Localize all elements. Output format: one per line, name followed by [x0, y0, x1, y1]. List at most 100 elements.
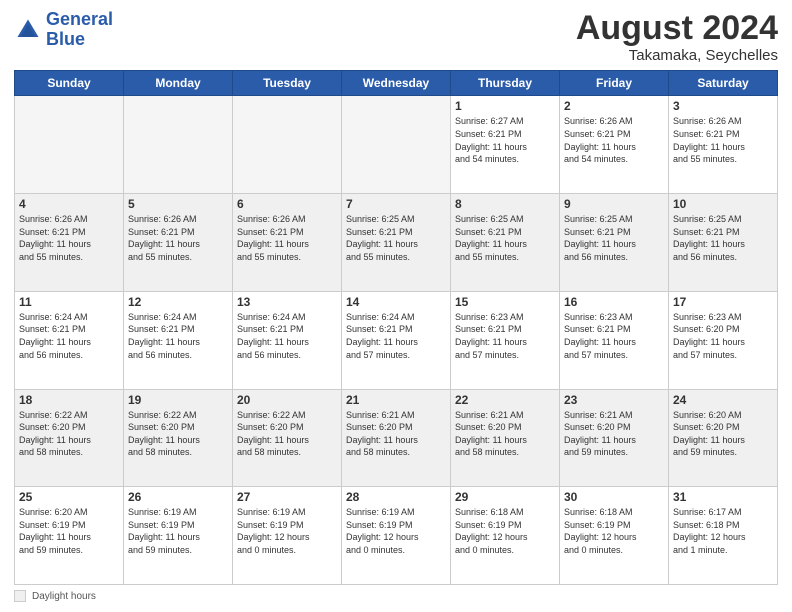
day-number: 9: [564, 197, 664, 211]
calendar-cell: 20 Sunrise: 6:22 AM Sunset: 6:20 PM Dayli…: [233, 389, 342, 487]
calendar-cell: 12Sunrise: 6:24 AM Sunset: 6:21 PM Dayli…: [124, 291, 233, 389]
calendar-cell: 26Sunrise: 6:19 AM Sunset: 6:19 PM Dayli…: [124, 487, 233, 585]
day-number: 13: [237, 295, 337, 309]
calendar-cell: 13 Sunrise: 6:24 AM Sunset: 6:21 PM Dayli…: [233, 291, 342, 389]
calendar-cell: 10 Sunrise: 6:25 AM Sunset: 6:21 PM Dayli…: [669, 194, 778, 292]
calendar-day-header: Friday: [560, 71, 669, 96]
day-info: Sunrise: 6:20 AM Sunset: 6:19 PM Dayligh…: [19, 506, 119, 556]
day-info: Sunrise: 6:19 AM Sunset: 6:19 PM Dayligh…: [237, 506, 337, 556]
day-info: Sunrise: 6:20 AM Sunset: 6:20 PM Dayligh…: [673, 409, 773, 459]
day-info: Sunrise: 6:25 AM Sunset: 6:21 PM Dayligh…: [673, 213, 773, 263]
day-number: 21: [346, 393, 446, 407]
calendar-week-row: 1 Sunrise: 6:27 AM Sunset: 6:21 PM Daylig…: [15, 96, 778, 194]
day-number: 6: [237, 197, 337, 211]
calendar-cell: 16Sunrise: 6:23 AM Sunset: 6:21 PM Dayli…: [560, 291, 669, 389]
day-number: 4: [19, 197, 119, 211]
day-number: 28: [346, 490, 446, 504]
day-number: 10: [673, 197, 773, 211]
calendar-cell: [124, 96, 233, 194]
calendar-week-row: 11 Sunrise: 6:24 AM Sunset: 6:21 PM Dayli…: [15, 291, 778, 389]
calendar-cell: 4 Sunrise: 6:26 AM Sunset: 6:21 PM Daylig…: [15, 194, 124, 292]
day-info: Sunrise: 6:24 AM Sunset: 6:21 PM Dayligh…: [346, 311, 446, 361]
calendar-cell: 25Sunrise: 6:20 AM Sunset: 6:19 PM Dayli…: [15, 487, 124, 585]
calendar-cell: 19Sunrise: 6:22 AM Sunset: 6:20 PM Dayli…: [124, 389, 233, 487]
day-number: 14: [346, 295, 446, 309]
calendar-cell: 2 Sunrise: 6:26 AM Sunset: 6:21 PM Daylig…: [560, 96, 669, 194]
day-number: 17: [673, 295, 773, 309]
calendar-cell: 28 Sunrise: 6:19 AM Sunset: 6:19 PM Dayli…: [342, 487, 451, 585]
calendar-cell: 18 Sunrise: 6:22 AM Sunset: 6:20 PM Dayli…: [15, 389, 124, 487]
day-info: Sunrise: 6:27 AM Sunset: 6:21 PM Dayligh…: [455, 115, 555, 165]
day-info: Sunrise: 6:25 AM Sunset: 6:21 PM Dayligh…: [346, 213, 446, 263]
day-info: Sunrise: 6:22 AM Sunset: 6:20 PM Dayligh…: [237, 409, 337, 459]
day-info: Sunrise: 6:23 AM Sunset: 6:20 PM Dayligh…: [673, 311, 773, 361]
day-info: Sunrise: 6:25 AM Sunset: 6:21 PM Dayligh…: [564, 213, 664, 263]
calendar-cell: 31 Sunrise: 6:17 AM Sunset: 6:18 PM Dayli…: [669, 487, 778, 585]
calendar-cell: 21 Sunrise: 6:21 AM Sunset: 6:20 PM Dayli…: [342, 389, 451, 487]
day-number: 29: [455, 490, 555, 504]
day-info: Sunrise: 6:21 AM Sunset: 6:20 PM Dayligh…: [455, 409, 555, 459]
calendar-cell: 8Sunrise: 6:25 AM Sunset: 6:21 PM Daylig…: [451, 194, 560, 292]
day-number: 23: [564, 393, 664, 407]
day-number: 16: [564, 295, 664, 309]
day-info: Sunrise: 6:19 AM Sunset: 6:19 PM Dayligh…: [346, 506, 446, 556]
day-info: Sunrise: 6:17 AM Sunset: 6:18 PM Dayligh…: [673, 506, 773, 556]
day-info: Sunrise: 6:26 AM Sunset: 6:21 PM Dayligh…: [673, 115, 773, 165]
footer: Daylight hours: [14, 590, 778, 602]
day-info: Sunrise: 6:22 AM Sunset: 6:20 PM Dayligh…: [19, 409, 119, 459]
day-number: 20: [237, 393, 337, 407]
day-number: 1: [455, 99, 555, 113]
day-number: 19: [128, 393, 228, 407]
calendar-day-header: Tuesday: [233, 71, 342, 96]
calendar-table: SundayMondayTuesdayWednesdayThursdayFrid…: [14, 70, 778, 585]
day-number: 22: [455, 393, 555, 407]
day-number: 15: [455, 295, 555, 309]
calendar-day-header: Monday: [124, 71, 233, 96]
calendar-cell: 29Sunrise: 6:18 AM Sunset: 6:19 PM Dayli…: [451, 487, 560, 585]
day-number: 27: [237, 490, 337, 504]
calendar-cell: [15, 96, 124, 194]
logo-icon: [14, 16, 42, 44]
logo-text: General Blue: [46, 10, 113, 50]
calendar-week-row: 18 Sunrise: 6:22 AM Sunset: 6:20 PM Dayli…: [15, 389, 778, 487]
day-info: Sunrise: 6:26 AM Sunset: 6:21 PM Dayligh…: [128, 213, 228, 263]
day-number: 8: [455, 197, 555, 211]
day-number: 31: [673, 490, 773, 504]
day-info: Sunrise: 6:21 AM Sunset: 6:20 PM Dayligh…: [564, 409, 664, 459]
calendar-cell: 27 Sunrise: 6:19 AM Sunset: 6:19 PM Dayli…: [233, 487, 342, 585]
calendar-day-header: Wednesday: [342, 71, 451, 96]
calendar-cell: 30Sunrise: 6:18 AM Sunset: 6:19 PM Dayli…: [560, 487, 669, 585]
calendar-cell: 3Sunrise: 6:26 AM Sunset: 6:21 PM Daylig…: [669, 96, 778, 194]
calendar-cell: 14 Sunrise: 6:24 AM Sunset: 6:21 PM Dayli…: [342, 291, 451, 389]
calendar-cell: [342, 96, 451, 194]
day-number: 7: [346, 197, 446, 211]
day-info: Sunrise: 6:18 AM Sunset: 6:19 PM Dayligh…: [564, 506, 664, 556]
day-number: 26: [128, 490, 228, 504]
day-info: Sunrise: 6:24 AM Sunset: 6:21 PM Dayligh…: [237, 311, 337, 361]
calendar-week-row: 25Sunrise: 6:20 AM Sunset: 6:19 PM Dayli…: [15, 487, 778, 585]
day-number: 12: [128, 295, 228, 309]
calendar-day-header: Sunday: [15, 71, 124, 96]
day-number: 5: [128, 197, 228, 211]
calendar-header-row: SundayMondayTuesdayWednesdayThursdayFrid…: [15, 71, 778, 96]
calendar-cell: 17 Sunrise: 6:23 AM Sunset: 6:20 PM Dayli…: [669, 291, 778, 389]
day-number: 11: [19, 295, 119, 309]
calendar-cell: 5 Sunrise: 6:26 AM Sunset: 6:21 PM Daylig…: [124, 194, 233, 292]
day-number: 18: [19, 393, 119, 407]
day-info: Sunrise: 6:26 AM Sunset: 6:21 PM Dayligh…: [19, 213, 119, 263]
calendar-day-header: Thursday: [451, 71, 560, 96]
legend-box: [14, 590, 26, 602]
day-info: Sunrise: 6:21 AM Sunset: 6:20 PM Dayligh…: [346, 409, 446, 459]
day-number: 24: [673, 393, 773, 407]
calendar-cell: 7 Sunrise: 6:25 AM Sunset: 6:21 PM Daylig…: [342, 194, 451, 292]
day-info: Sunrise: 6:26 AM Sunset: 6:21 PM Dayligh…: [564, 115, 664, 165]
calendar-week-row: 4 Sunrise: 6:26 AM Sunset: 6:21 PM Daylig…: [15, 194, 778, 292]
calendar-cell: 22 Sunrise: 6:21 AM Sunset: 6:20 PM Dayli…: [451, 389, 560, 487]
calendar-cell: 24 Sunrise: 6:20 AM Sunset: 6:20 PM Dayli…: [669, 389, 778, 487]
day-number: 2: [564, 99, 664, 113]
header: General Blue August 2024 Takamaka, Seych…: [14, 10, 778, 64]
legend-label: Daylight hours: [32, 591, 96, 602]
calendar-cell: 9 Sunrise: 6:25 AM Sunset: 6:21 PM Daylig…: [560, 194, 669, 292]
location-subtitle: Takamaka, Seychelles: [576, 47, 778, 64]
logo-line2: Blue: [46, 29, 85, 49]
